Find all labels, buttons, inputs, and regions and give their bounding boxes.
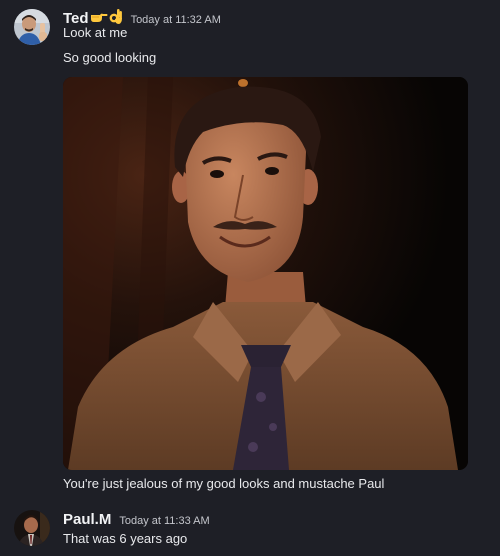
point-right-emoji-icon: [90, 9, 108, 25]
message-text-line: So good looking: [63, 50, 157, 65]
avatar-paul[interactable]: [14, 510, 50, 546]
message-header-ted: Ted Today at 11:32 AM: [63, 6, 221, 27]
message-timestamp: Today at 11:33 AM: [119, 515, 210, 527]
message-text-line: That was 6 years ago: [63, 531, 188, 546]
message-text-line: Look at me: [63, 25, 128, 40]
image-attachment[interactable]: [63, 77, 468, 470]
image-caption: You're just jealous of my good looks and…: [63, 476, 385, 491]
ok-hand-emoji-icon: [109, 8, 123, 25]
author-name[interactable]: Paul.M: [63, 511, 111, 528]
message-header-paul: Paul.M Today at 11:33 AM: [63, 511, 210, 528]
avatar-ted[interactable]: [14, 9, 50, 45]
message-timestamp: Today at 11:32 AM: [130, 14, 221, 26]
